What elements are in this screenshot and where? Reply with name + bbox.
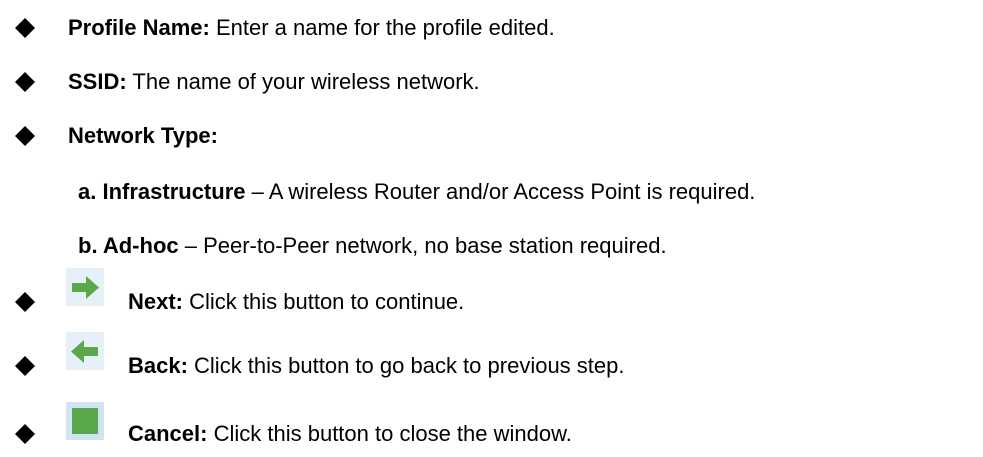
- diamond-bullet-icon: [12, 353, 38, 379]
- item-text: Profile Name: Enter a name for the profi…: [68, 15, 555, 41]
- item-text: Network Type:: [68, 123, 218, 149]
- sub-item-text: a. Infrastructure – A wireless Router an…: [78, 179, 755, 205]
- next-arrow-icon: [66, 268, 104, 306]
- item-text: Next: Click this button to continue.: [128, 289, 464, 315]
- item-desc: Click this button to continue.: [183, 289, 465, 314]
- sub-item-term: b. Ad-hoc: [78, 233, 179, 258]
- item-text: Cancel: Click this button to close the w…: [128, 421, 572, 447]
- diamond-bullet-icon: [12, 421, 38, 447]
- item-desc: Click this button to go back to previous…: [187, 353, 625, 378]
- item-term: SSID:: [68, 69, 127, 94]
- sub-item-desc: – A wireless Router and/or Access Point …: [245, 179, 756, 204]
- cancel-square-icon: [66, 402, 104, 440]
- diamond-bullet-icon: [12, 123, 38, 149]
- diamond-bullet-icon: [12, 69, 38, 95]
- item-term: Profile Name:: [68, 15, 210, 40]
- item-text: Back: Click this button to go back to pr…: [128, 353, 624, 379]
- item-term: Network Type:: [68, 123, 218, 148]
- item-desc: Click this button to close the window.: [207, 421, 572, 446]
- back-arrow-icon: [66, 332, 104, 370]
- item-term: Cancel:: [128, 421, 208, 446]
- item-text: SSID: The name of your wireless network.: [68, 69, 480, 95]
- diamond-bullet-icon: [12, 15, 38, 41]
- item-desc: Enter a name for the profile edited.: [209, 15, 555, 40]
- sub-item-text: b. Ad-hoc – Peer-to-Peer network, no bas…: [78, 233, 667, 259]
- diamond-bullet-icon: [12, 289, 38, 315]
- item-term: Back:: [128, 353, 188, 378]
- sub-item-term: a. Infrastructure: [78, 179, 246, 204]
- sub-item-desc: – Peer-to-Peer network, no base station …: [178, 233, 667, 258]
- item-desc: The name of your wireless network.: [126, 69, 480, 94]
- item-term: Next:: [128, 289, 184, 314]
- document-page: Profile Name: Enter a name for the profi…: [0, 0, 983, 457]
